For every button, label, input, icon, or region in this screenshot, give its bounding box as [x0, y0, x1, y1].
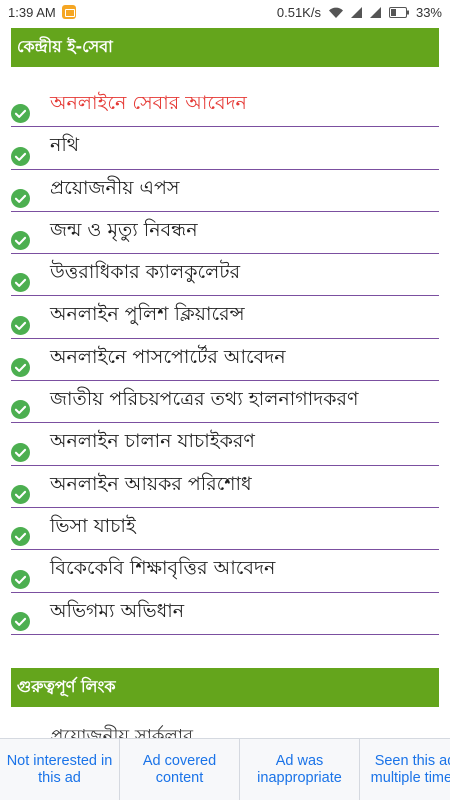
check-circle-icon — [11, 358, 30, 378]
service-list-item[interactable]: প্রয়োজনীয় এপস — [11, 170, 439, 212]
service-list-item[interactable]: নথি — [11, 127, 439, 170]
service-list-item[interactable]: অনলাইন পুলিশ ক্লিয়ারেন্স — [11, 296, 439, 339]
check-circle-icon — [11, 188, 30, 208]
service-label: অনলাইন পুলিশ ক্লিয়ারেন্স — [50, 303, 245, 326]
ad-feedback-inappropriate[interactable]: Ad was inappropriate — [240, 739, 360, 800]
check-circle-icon — [11, 315, 30, 335]
wifi-icon — [328, 6, 344, 19]
signal-icon — [350, 6, 363, 19]
service-label: প্রয়োজনীয় এপস — [50, 176, 180, 199]
section-header-central-eservice: কেন্দ্রীয় ই-সেবা — [11, 28, 439, 67]
service-list-item[interactable]: ভিসা যাচাই — [11, 508, 439, 551]
check-circle-icon — [11, 104, 30, 124]
service-list-item[interactable]: অনলাইনে পাসপোর্টের আবেদন — [11, 339, 439, 382]
service-label: ভিসা যাচাই — [50, 514, 136, 537]
check-circle-icon — [11, 400, 30, 420]
status-time: 1:39 AM — [8, 4, 56, 20]
service-label: অনলাইনে সেবার আবেদন — [50, 92, 247, 114]
service-list: অনলাইনে সেবার আবেদন নথি প্রয়োজনীয় এপস জন্… — [11, 85, 439, 635]
signal-icon-2 — [369, 6, 382, 19]
check-circle-icon — [11, 146, 30, 166]
service-label: অভিগম্য অভিধান — [50, 599, 185, 622]
network-speed: 0.51K/s — [276, 4, 321, 20]
service-list-item[interactable]: জন্ম ও মৃত্যু নিবন্ধন — [11, 212, 439, 255]
ad-feedback-bar: Not interested in this ad Ad covered con… — [0, 738, 450, 800]
service-label: অনলাইনে পাসপোর্টের আবেদন — [50, 345, 286, 368]
service-label: জন্ম ও মৃত্যু নিবন্ধন — [50, 218, 198, 241]
ad-feedback-covered-content[interactable]: Ad covered content — [120, 739, 240, 800]
check-circle-icon — [11, 569, 30, 589]
service-list-item[interactable]: অনলাইন আয়কর পরিশোধ — [11, 466, 439, 508]
service-list-item[interactable]: জাতীয় পরিচয়পত্রের তথ্য হালনাগাদকরণ — [11, 381, 439, 424]
status-bar: 1:39 AM 0.51K/s 33% — [0, 0, 450, 24]
notification-icon — [61, 5, 76, 19]
section-header-important-links: গুরুত্বপূর্ণ লিংক — [11, 668, 439, 707]
check-circle-icon — [11, 484, 30, 504]
service-list-item[interactable]: উত্তরাধিকার ক্যালকুলেটর — [11, 254, 439, 297]
section-title: কেন্দ্রীয় ই-সেবা — [17, 37, 113, 56]
service-list-item[interactable]: অনলাইনে সেবার আবেদন — [11, 85, 439, 128]
check-circle-icon — [11, 273, 30, 293]
service-label: অনলাইন আয়কর পরিশোধ — [50, 472, 252, 495]
service-label: বিকেকেবি শিক্ষাবৃত্তির আবেদন — [50, 557, 276, 580]
check-circle-icon — [11, 231, 30, 251]
service-list-item[interactable]: বিকেকেবি শিক্ষাবৃত্তির আবেদন — [11, 550, 439, 593]
battery-percent: 33% — [415, 4, 442, 20]
check-circle-icon — [11, 442, 30, 462]
service-label: নথি — [50, 134, 80, 157]
service-label: উত্তরাধিকার ক্যালকুলেটর — [50, 261, 241, 284]
service-list-item[interactable]: অভিগম্য অভিধান — [11, 593, 439, 635]
service-label: অনলাইন চালান যাচাইকরণ — [50, 430, 255, 453]
section-title: গুরুত্বপূর্ণ লিংক — [17, 677, 116, 696]
check-circle-icon — [11, 527, 30, 547]
ad-feedback-not-interested[interactable]: Not interested in this ad — [0, 739, 120, 800]
check-circle-icon — [11, 611, 30, 631]
battery-icon — [388, 6, 409, 18]
ad-feedback-seen-multiple[interactable]: Seen this ad multiple times — [360, 739, 450, 800]
service-label: জাতীয় পরিচয়পত্রের তথ্য হালনাগাদকরণ — [50, 388, 359, 411]
service-list-item[interactable]: অনলাইন চালান যাচাইকরণ — [11, 423, 439, 466]
